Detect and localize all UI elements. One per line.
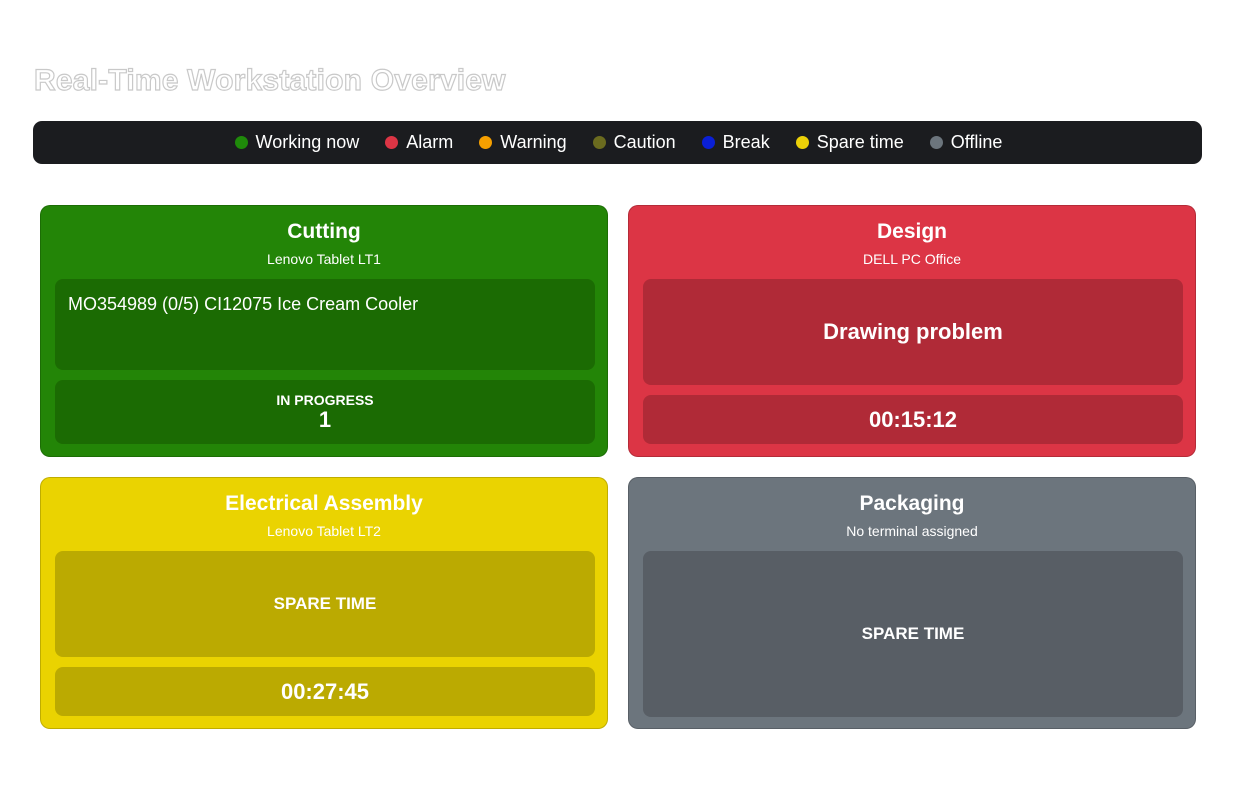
terminal-name: Lenovo Tablet LT1	[267, 251, 381, 267]
caution-dot-icon	[592, 136, 606, 149]
workstation-card-packaging[interactable]: Packaging No terminal assigned SPARE TIM…	[628, 477, 1196, 729]
legend-item-offline: Offline	[929, 132, 1003, 153]
status-message: SPARE TIME	[273, 594, 377, 613]
legend-label: Break	[722, 132, 770, 152]
legend-item-spare-time: Spare time	[795, 132, 904, 153]
alarm-message: Drawing problem	[823, 319, 1003, 344]
progress-count: 1	[318, 406, 332, 432]
workstation-card-design[interactable]: Design DELL PC Office Drawing problem 00…	[628, 205, 1196, 457]
status-legend: Working now Alarm Warning Caution Break …	[33, 121, 1202, 164]
order-panel: MO354989 (0/5) CI12075 Ice Cream Cooler	[55, 279, 595, 370]
legend-label: Offline	[950, 132, 1003, 152]
alarm-dot-icon	[385, 136, 399, 149]
legend-item-caution: Caution	[592, 132, 676, 153]
timer-panel: 00:15:12	[643, 395, 1183, 444]
workstation-name: Electrical Assembly	[225, 492, 423, 515]
legend-label: Alarm	[406, 132, 454, 152]
legend-item-warning: Warning	[479, 132, 567, 153]
workstation-overview-page: Real-Time Workstation Overview Working n…	[0, 0, 1236, 800]
offline-dot-icon	[929, 136, 943, 149]
spare-time-dot-icon	[795, 136, 809, 149]
workstation-card-electrical-assembly[interactable]: Electrical Assembly Lenovo Tablet LT2 SP…	[40, 477, 608, 729]
break-dot-icon	[701, 136, 715, 149]
message-panel: Drawing problem	[643, 279, 1183, 385]
status-label: IN PROGRESS	[276, 392, 374, 409]
legend-label: Warning	[500, 132, 567, 152]
status-message: SPARE TIME	[861, 624, 965, 643]
legend-label: Caution	[613, 132, 676, 152]
terminal-name: DELL PC Office	[862, 251, 962, 267]
legend-item-working-now: Working now	[234, 132, 360, 153]
message-panel: SPARE TIME	[55, 551, 595, 657]
workstation-card-cutting[interactable]: Cutting Lenovo Tablet LT1 MO354989 (0/5)…	[40, 205, 608, 457]
workstation-name: Design	[876, 220, 947, 243]
message-panel: SPARE TIME	[643, 551, 1183, 717]
legend-label: Spare time	[816, 132, 904, 152]
elapsed-timer: 00:15:12	[868, 406, 958, 432]
page-title: Real-Time Workstation Overview	[33, 63, 506, 97]
terminal-name: No terminal assigned	[846, 523, 978, 539]
progress-panel: IN PROGRESS 1	[55, 380, 595, 444]
timer-panel: 00:27:45	[55, 667, 595, 716]
legend-item-break: Break	[701, 132, 770, 153]
legend-label: Working now	[255, 132, 360, 152]
elapsed-timer: 00:27:45	[280, 678, 370, 704]
warning-dot-icon	[479, 136, 493, 149]
terminal-name: Lenovo Tablet LT2	[267, 523, 381, 539]
workstation-name: Packaging	[859, 492, 965, 515]
legend-item-alarm: Alarm	[385, 132, 453, 153]
working-now-dot-icon	[234, 136, 248, 149]
workstation-name: Cutting	[287, 220, 361, 243]
order-text: MO354989 (0/5) CI12075 Ice Cream Cooler	[68, 294, 419, 314]
